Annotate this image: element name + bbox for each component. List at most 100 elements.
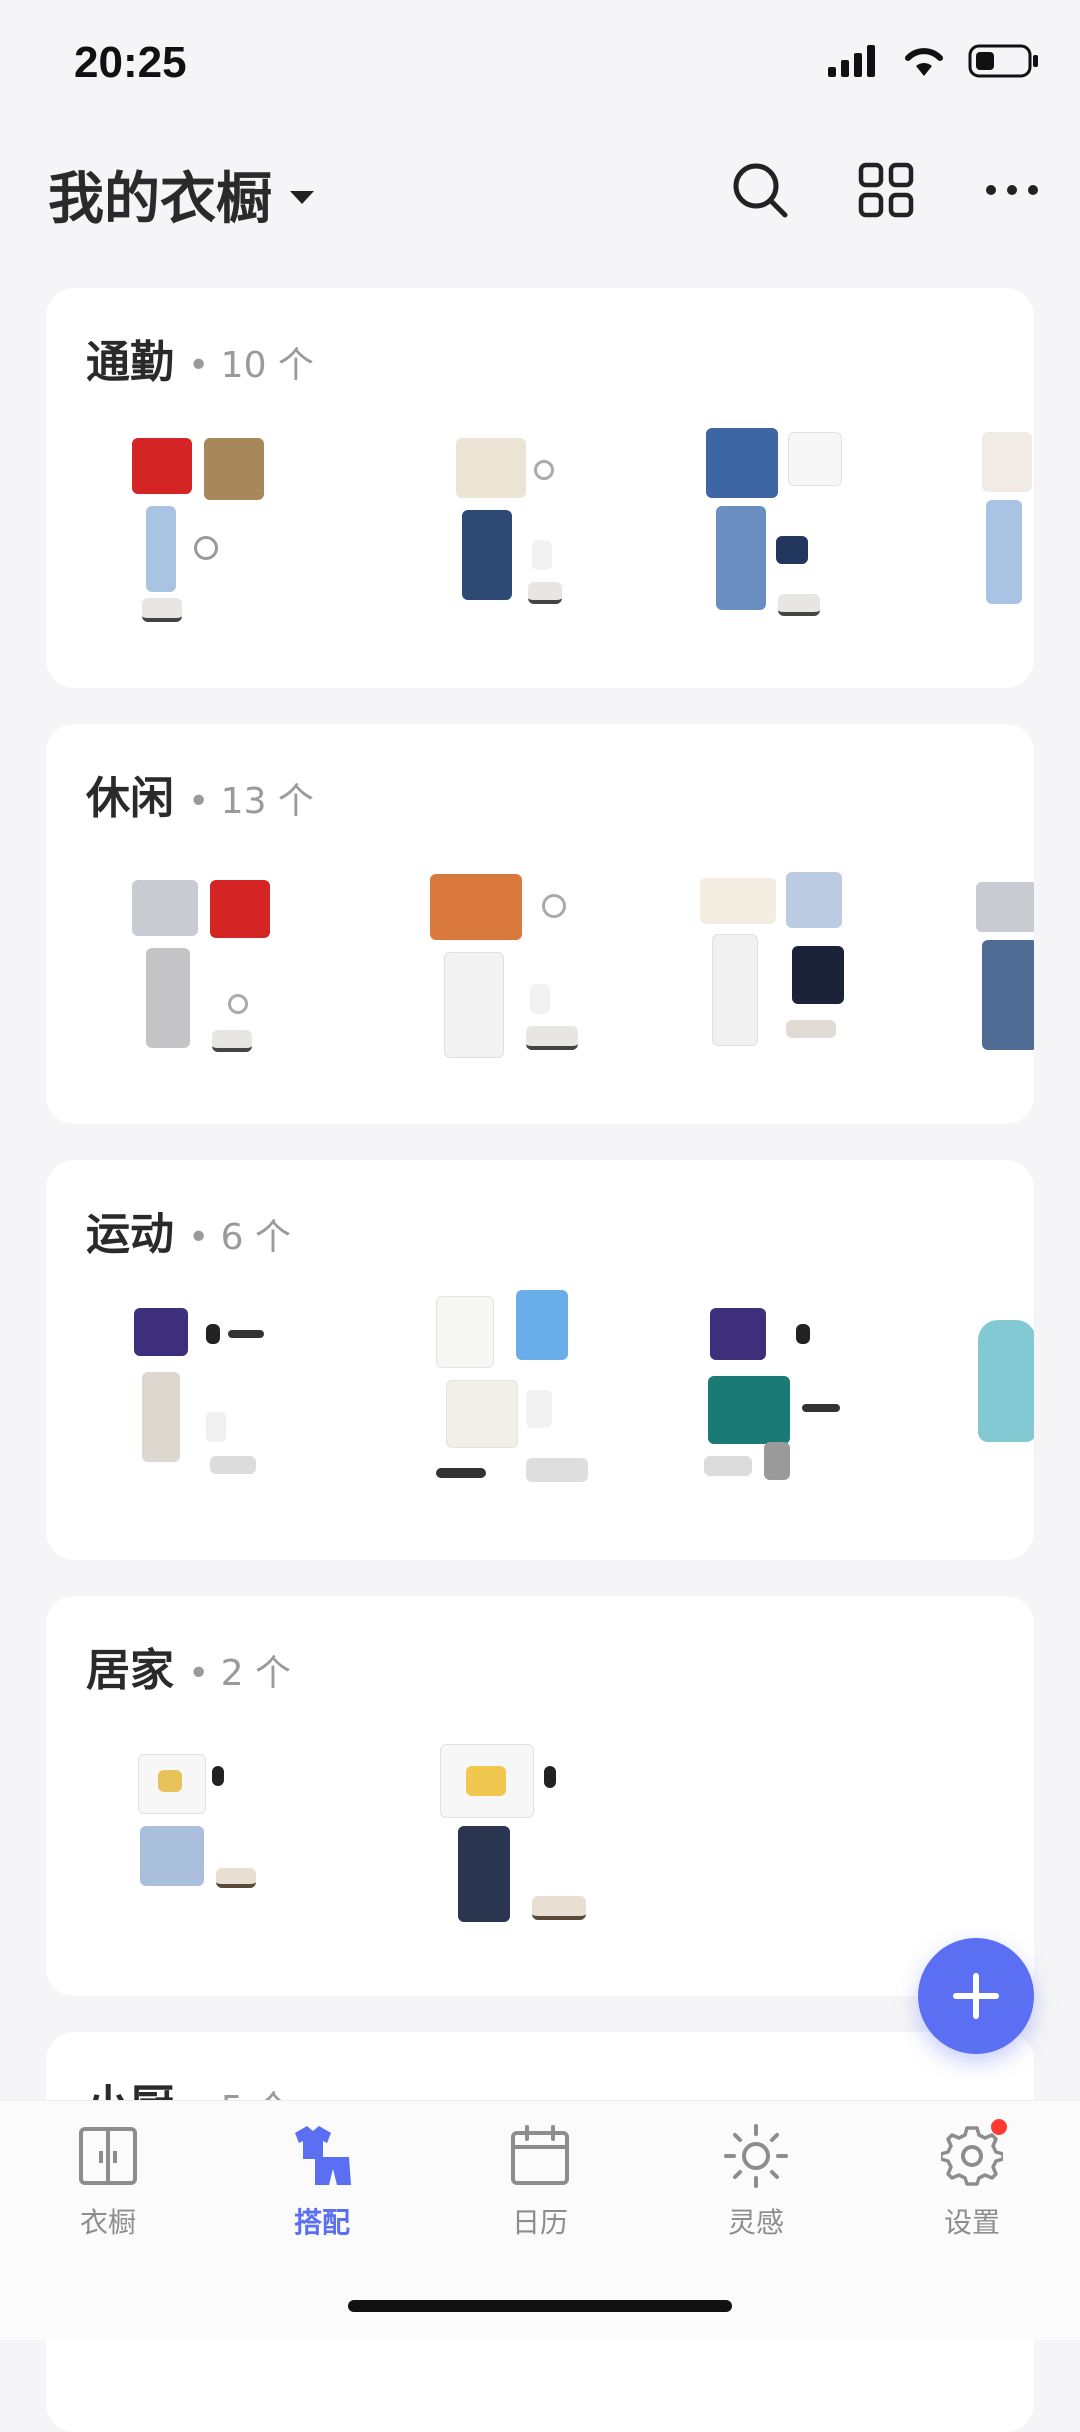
sandals-item <box>216 1868 256 1888</box>
outfit-icon <box>295 2126 351 2185</box>
denim-shirt-item <box>706 428 778 498</box>
tab-calendar[interactable]: 日历 <box>450 2121 630 2271</box>
bag-item <box>776 536 808 564</box>
section-title: 通勤 <box>86 337 174 388</box>
cream-polo-item <box>700 878 776 924</box>
outfit-thumbnail[interactable] <box>616 418 842 658</box>
dark-jeans-item <box>462 510 512 600</box>
socks-item <box>530 984 550 1014</box>
outfit-thumbnail[interactable] <box>116 1290 336 1530</box>
page-title: 我的衣橱 <box>48 167 272 232</box>
section-count: • 10 个 <box>188 345 314 386</box>
section-header: 运动 • 6 个 <box>86 1198 291 1262</box>
status-bar: 20:25 <box>0 0 1080 130</box>
grey-sweatshirt-item <box>132 880 198 936</box>
tab-label: 日历 <box>511 2206 568 2239</box>
tab-label: 搭配 <box>293 2206 350 2239</box>
teal-shorts-item <box>708 1376 790 1444</box>
section-card-sport[interactable]: 运动 • 6 个 <box>46 1160 1034 1560</box>
beige-pants-item <box>142 1372 180 1462</box>
sneakers-item <box>528 582 562 604</box>
sneakers-item <box>210 1456 256 1474</box>
outfit-thumbnail[interactable] <box>366 418 586 658</box>
tab-label: 灵感 <box>727 2206 784 2239</box>
grid-icon <box>858 162 914 218</box>
outfit-row <box>46 1726 1034 1966</box>
grey-sweatshirt-item <box>976 882 1034 932</box>
outfit-thumbnail[interactable] <box>116 418 336 658</box>
status-time: 20:25 <box>74 38 187 87</box>
grid-view-button[interactable] <box>854 158 918 222</box>
section-card-commute[interactable]: 通勤 • 10 个 <box>46 288 1034 688</box>
section-header: 居家 • 2 个 <box>86 1634 291 1698</box>
outfit-thumbnail[interactable] <box>886 854 1034 1094</box>
white-pants-item <box>444 952 504 1058</box>
sneakers-item <box>142 598 182 622</box>
blue-shorts-item <box>140 1826 204 1886</box>
tab-label: 衣橱 <box>79 2206 136 2239</box>
swimsuit-item <box>978 1320 1034 1442</box>
tab-wardrobe[interactable]: 衣橱 <box>18 2121 198 2271</box>
settings-icon <box>941 2126 1003 2186</box>
sneakers-item <box>786 1020 836 1038</box>
outfit-thumbnail[interactable] <box>886 418 1034 658</box>
outfit-row <box>46 854 1034 1094</box>
section-title: 休闲 <box>86 773 174 824</box>
tab-outfits[interactable]: 搭配 <box>232 2121 412 2271</box>
socks-item <box>206 1412 226 1442</box>
tab-settings[interactable]: 设置 <box>882 2119 1062 2271</box>
search-button[interactable] <box>728 158 792 222</box>
header: 我的衣橱 <box>0 150 1080 232</box>
battery-icon <box>968 44 1038 78</box>
section-card-casual[interactable]: 休闲 • 13 个 <box>46 724 1034 1124</box>
cream-sweater-item <box>456 438 526 498</box>
section-card-home[interactable]: 居家 • 2 个 <box>46 1596 1034 1996</box>
headphones-item <box>436 1468 486 1478</box>
earring-item <box>194 536 218 560</box>
red-cardigan-item <box>132 438 192 494</box>
inspiration-icon <box>724 2124 788 2188</box>
earring-item <box>542 894 566 918</box>
tab-inspiration[interactable]: 灵感 <box>666 2121 846 2271</box>
caret-down-icon <box>290 191 314 204</box>
navy-skirt-item <box>458 1826 510 1922</box>
plus-icon <box>953 1973 999 2019</box>
outfit-thumbnail[interactable] <box>366 1726 586 1966</box>
outfit-thumbnail[interactable] <box>616 854 844 1094</box>
outfit-thumbnail[interactable] <box>366 1290 588 1530</box>
outfit-thumbnail[interactable] <box>886 1290 1034 1530</box>
jeans-item <box>716 506 766 610</box>
white-shorts-item <box>446 1380 518 1448</box>
outfit-thumbnail[interactable] <box>616 1290 840 1530</box>
grey-pants-item <box>146 948 190 1048</box>
jeans-item <box>146 506 176 592</box>
section-title: 居家 <box>86 1645 174 1696</box>
outfit-row <box>46 418 1034 658</box>
section-count: • 13 个 <box>188 781 314 822</box>
wardrobe-switcher[interactable]: 我的衣橱 <box>48 154 314 235</box>
hoodie-item <box>982 432 1032 492</box>
outfit-thumbnail[interactable] <box>116 1726 336 1966</box>
socks-item <box>526 1390 552 1428</box>
sneakers-item <box>526 1026 578 1050</box>
red-cardigan-item <box>210 880 270 938</box>
wifi-icon <box>905 48 943 76</box>
sandals-item <box>532 1896 586 1920</box>
white-tee-item <box>788 432 842 486</box>
orange-sweater-item <box>430 874 522 940</box>
denim-skirt-item <box>982 940 1034 1050</box>
section-header: 通勤 • 10 个 <box>86 326 314 390</box>
more-icon <box>986 185 1038 195</box>
more-button[interactable] <box>980 158 1044 222</box>
outfit-thumbnail[interactable] <box>366 854 586 1094</box>
purple-top-item <box>134 1308 188 1356</box>
add-outfit-button[interactable] <box>918 1938 1034 2054</box>
home-indicator <box>348 2300 732 2312</box>
purple-top-item <box>710 1308 766 1360</box>
signal-icon <box>828 45 875 77</box>
earring-item <box>228 994 248 1014</box>
sneakers-item <box>212 1030 252 1052</box>
outfit-thumbnail[interactable] <box>116 854 336 1094</box>
watch-item <box>212 1766 224 1786</box>
notification-badge <box>991 2119 1007 2135</box>
